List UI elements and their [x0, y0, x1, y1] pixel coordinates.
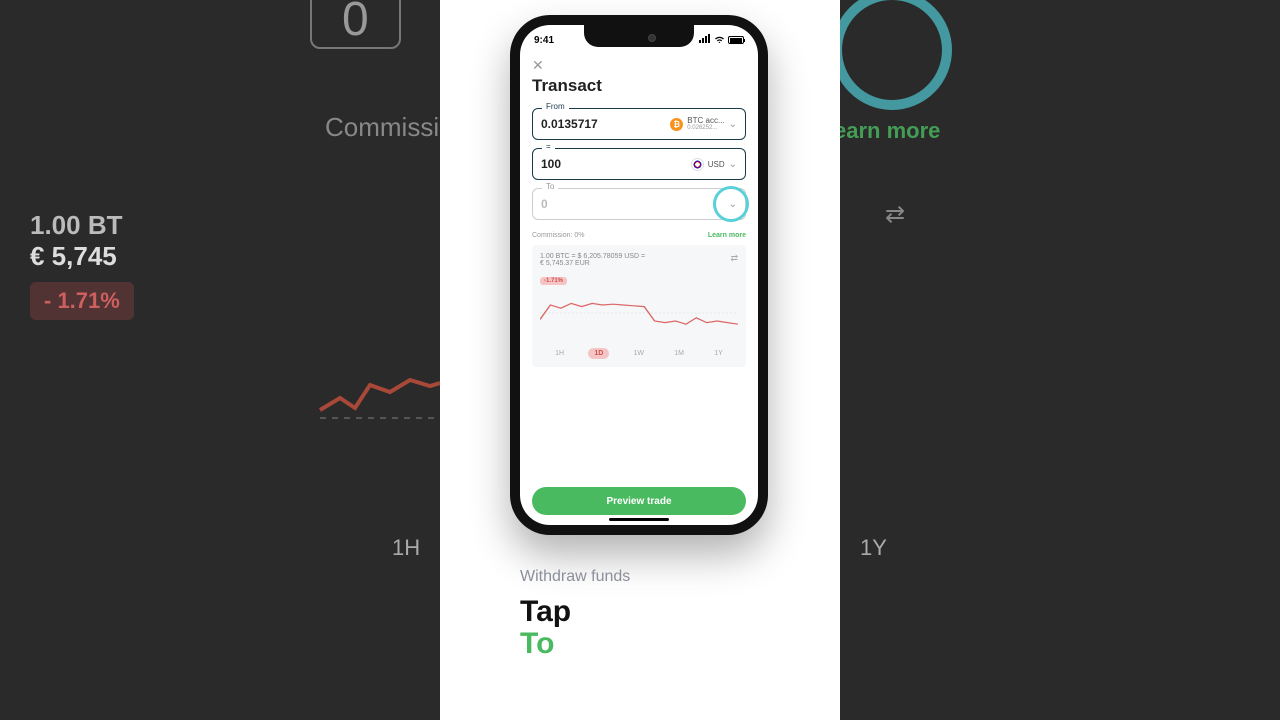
equiv-field[interactable]: 100 USD ⌄	[532, 148, 746, 180]
equiv-currency-selector[interactable]: USD ⌄	[691, 158, 737, 171]
price-chart	[540, 289, 738, 337]
usd-flag-icon	[691, 158, 704, 171]
from-account-selector[interactable]: ₿ BTC acc... 0.026252... ⌄	[670, 117, 737, 131]
chart-rate-line1: 1.00 BTC = $ 6,205.78059 USD =	[540, 253, 645, 260]
bg-swap-icon: ⇄	[885, 200, 905, 229]
chart-period-row: 1H 1D 1W 1M 1Y	[540, 348, 738, 359]
bg-zero-box: 0	[310, 0, 401, 49]
phone-frame: 9:41 ✕ Transact From 0.0135717 ₿	[510, 15, 768, 535]
chart-rate-line2: € 5,745.37 EUR	[540, 260, 645, 267]
to-field-wrap: To 0 ⌄	[532, 188, 746, 220]
bg-change-badge: - 1.71%	[30, 282, 134, 320]
from-field[interactable]: 0.0135717 ₿ BTC acc... 0.026252... ⌄	[532, 108, 746, 140]
from-account-balance: 0.026252...	[687, 125, 724, 131]
from-field-wrap: From 0.0135717 ₿ BTC acc... 0.026252... …	[532, 108, 746, 140]
bg-learn-more: earn more	[834, 118, 940, 144]
chevron-down-icon: ⌄	[729, 159, 737, 170]
learn-more-link[interactable]: Learn more	[708, 232, 746, 239]
signal-icon	[699, 34, 711, 46]
home-indicator	[609, 518, 669, 521]
to-placeholder: 0	[541, 197, 729, 211]
preview-trade-button[interactable]: Preview trade	[532, 487, 746, 515]
from-account-name: BTC acc...	[687, 117, 724, 125]
period-1y[interactable]: 1Y	[708, 348, 729, 359]
commission-text: Commission: 0%	[532, 232, 585, 239]
equiv-label: =	[542, 142, 555, 151]
equiv-field-wrap: = 100 USD ⌄	[532, 148, 746, 180]
caption-line-1: Tap	[520, 596, 760, 628]
bg-eur-line: € 5,745	[30, 241, 410, 272]
phone-screen: 9:41 ✕ Transact From 0.0135717 ₿	[520, 25, 758, 525]
bg-btc-line: 1.00 BT	[30, 210, 410, 241]
swap-icon[interactable]: ⇄	[730, 253, 738, 264]
battery-icon	[728, 36, 744, 44]
period-1m[interactable]: 1M	[668, 348, 690, 359]
period-1d[interactable]: 1D	[588, 348, 609, 359]
commission-row: Commission: 0% Learn more	[532, 232, 746, 239]
bg-period-1y: 1Y	[860, 535, 887, 561]
from-label: From	[542, 102, 569, 111]
bg-commission-label: Commissio	[325, 112, 454, 143]
status-time: 9:41	[534, 35, 554, 46]
bg-right-chart	[0, 415, 440, 475]
chevron-down-icon[interactable]: ⌄	[729, 199, 737, 210]
chart-change-badge: -1.71%	[540, 277, 567, 285]
equiv-value: 100	[541, 157, 691, 171]
to-label: To	[542, 182, 558, 191]
caption-line-2: To	[520, 628, 760, 660]
bg-period-1h: 1H	[392, 535, 420, 561]
chevron-down-icon: ⌄	[729, 119, 737, 130]
page-title: Transact	[532, 76, 746, 96]
price-chart-box: 1.00 BTC = $ 6,205.78059 USD = € 5,745.3…	[532, 245, 746, 367]
bitcoin-icon: ₿	[670, 118, 683, 131]
caption-block: Withdraw funds Tap To	[520, 568, 760, 659]
to-field[interactable]: 0 ⌄	[532, 188, 746, 220]
phone-notch	[584, 25, 694, 47]
from-value: 0.0135717	[541, 117, 670, 131]
close-icon[interactable]: ✕	[532, 51, 746, 76]
period-1w[interactable]: 1W	[628, 348, 651, 359]
wifi-icon	[714, 36, 725, 44]
equiv-currency: USD	[708, 160, 725, 169]
period-1h[interactable]: 1H	[549, 348, 570, 359]
caption-subtitle: Withdraw funds	[520, 568, 760, 586]
